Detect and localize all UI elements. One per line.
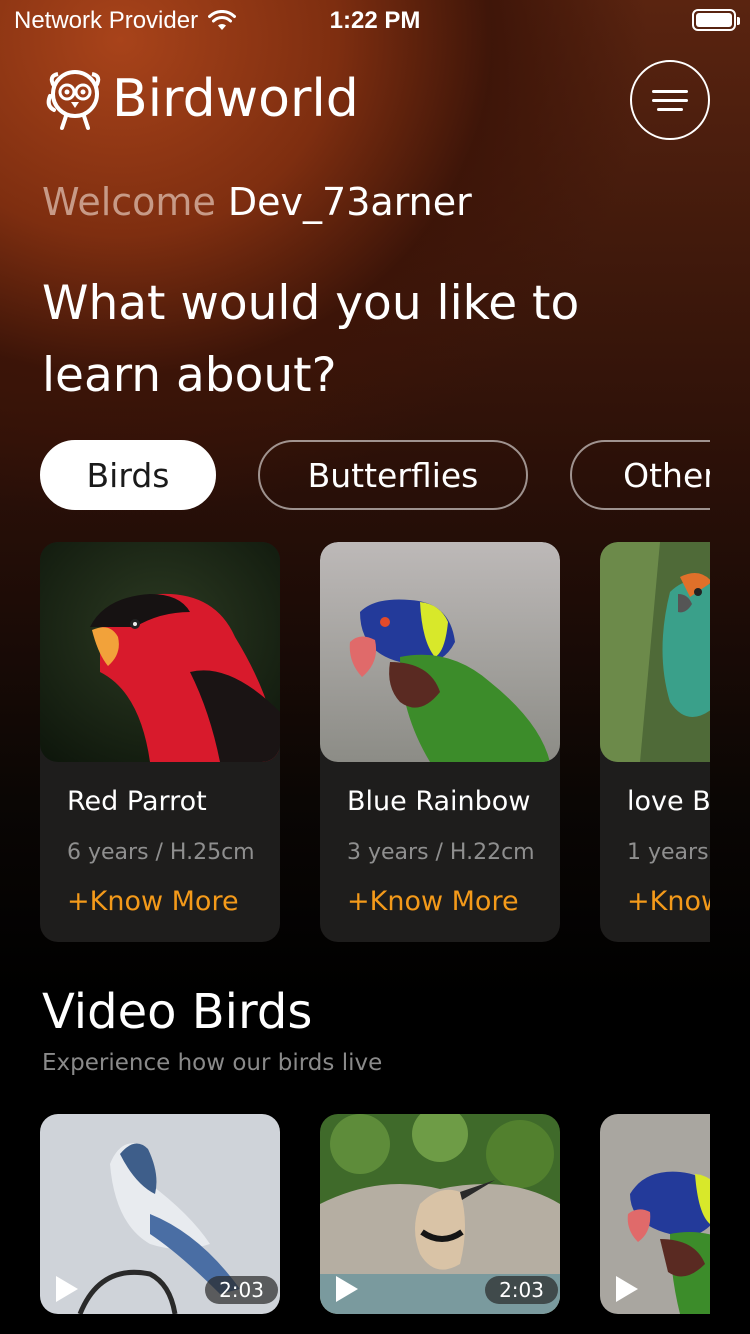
know-more-link[interactable]: +Know More <box>67 886 239 917</box>
chip-other[interactable]: Other <box>570 440 710 510</box>
welcome-greeting: Welcome <box>42 180 216 224</box>
bird-cards-carousel[interactable]: Red Parrot 6 years / H.25cm +Know More B… <box>40 542 710 942</box>
bird-meta: 1 years <box>627 840 709 865</box>
bird-photo-blue-rainbow <box>320 542 560 762</box>
bird-meta: 3 years / H.22cm <box>347 840 535 865</box>
video-thumbnail[interactable]: 2:03 <box>40 1114 280 1314</box>
bird-photo-red-parrot <box>40 542 280 762</box>
bird-name: Red Parrot <box>67 786 207 817</box>
battery-level <box>696 13 732 27</box>
battery-icon <box>692 9 740 31</box>
video-thumbnail[interactable] <box>600 1114 710 1314</box>
play-icon[interactable] <box>616 1276 638 1302</box>
hamburger-menu-icon <box>652 89 688 93</box>
know-more-link[interactable]: +Know <box>627 886 710 917</box>
video-duration: 2:03 <box>205 1276 278 1304</box>
category-chips: Birds Butterflies Other <box>40 440 710 510</box>
play-icon[interactable] <box>56 1276 78 1302</box>
video-carousel[interactable]: 2:03 2:03 <box>40 1114 710 1314</box>
bird-name: Blue Rainbow <box>347 786 531 817</box>
bird-card[interactable]: love B 1 years +Know <box>600 542 710 942</box>
welcome-line: Welcome Dev_73arner <box>42 180 472 224</box>
chip-butterflies[interactable]: Butterflies <box>258 440 528 510</box>
video-section-subtitle: Experience how our birds live <box>42 1050 383 1076</box>
menu-button[interactable] <box>630 60 710 140</box>
owl-logo-icon <box>46 70 101 130</box>
bird-photo-love-bird <box>600 542 710 762</box>
know-more-link[interactable]: +Know More <box>347 886 519 917</box>
play-icon[interactable] <box>336 1276 358 1302</box>
page-headline: What would you like to learn about? <box>42 276 580 403</box>
app-title: Birdworld <box>112 69 359 129</box>
clock: 1:22 PM <box>329 7 421 34</box>
bird-card[interactable]: Blue Rainbow 3 years / H.22cm +Know More <box>320 542 560 942</box>
chip-birds[interactable]: Birds <box>40 440 216 510</box>
video-thumbnail[interactable]: 2:03 <box>320 1114 560 1314</box>
welcome-username: Dev_73arner <box>227 180 472 224</box>
bird-card[interactable]: Red Parrot 6 years / H.25cm +Know More <box>40 542 280 942</box>
status-bar: Network Provider 1:22 PM <box>0 0 750 40</box>
bird-name: love B <box>627 786 710 817</box>
app-header: Birdworld <box>44 66 359 132</box>
video-duration: 2:03 <box>485 1276 558 1304</box>
video-section-title: Video Birds <box>42 984 313 1040</box>
bird-meta: 6 years / H.25cm <box>67 840 255 865</box>
